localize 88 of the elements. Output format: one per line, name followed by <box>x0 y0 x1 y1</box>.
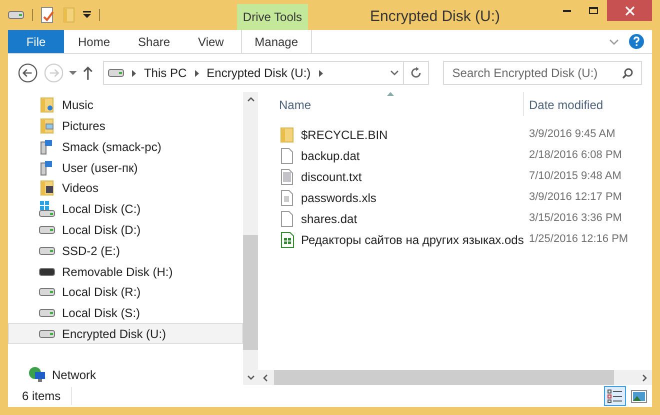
ribbon-tab[interactable]: View <box>184 30 238 53</box>
ribbon-tab[interactable]: Home <box>64 30 124 53</box>
sidebar-item[interactable]: Videos <box>8 178 243 199</box>
vertical-scrollbar[interactable] <box>243 92 258 385</box>
status-text: 6 items <box>8 387 72 405</box>
file-name: backup.dat <box>301 148 360 164</box>
file-row[interactable]: $RECYCLE.BIN 3/9/2016 9:45 AM <box>270 124 652 145</box>
file-name: Редакторы сайтов на других языках.ods <box>301 232 524 248</box>
drive-icon <box>39 224 55 235</box>
chevron-right-icon[interactable] <box>132 70 136 76</box>
text-file-icon <box>281 168 293 184</box>
date-cell-text: 1/25/2016 12:16 PM <box>528 232 628 248</box>
sidebar-item[interactable]: Local Disk (R:) <box>8 282 243 303</box>
file-row[interactable]: discount.txt 7/10/2015 9:48 AM <box>270 166 652 187</box>
sidebar-item[interactable]: Local Disk (S:) <box>8 302 243 324</box>
date-cell-text: 3/9/2016 9:45 AM <box>528 127 616 142</box>
file-row[interactable]: shares.dat 3/15/2016 3:36 PM <box>270 208 652 229</box>
file-row[interactable]: Редакторы сайтов на других языках.ods 1/25/2016 12:16 PM <box>270 229 652 250</box>
ribbon-tab[interactable]: Share <box>124 30 184 53</box>
sidebar-item[interactable]: Encrypted Disk (U:) <box>8 323 243 344</box>
properties-icon[interactable] <box>41 7 55 23</box>
file-row[interactable]: backup.dat 2/18/2016 6:08 PM <box>270 145 652 166</box>
computer-icon <box>40 138 54 155</box>
sidebar-item[interactable]: Local Disk (C:) <box>8 198 243 220</box>
dropdown-icon[interactable] <box>390 70 399 76</box>
date-cell-text: 7/10/2015 9:48 AM <box>528 169 622 184</box>
folder-icon <box>40 97 54 114</box>
expand-ribbon-icon[interactable] <box>609 38 619 44</box>
sidebar-item[interactable]: Local Disk (D:) <box>8 220 243 240</box>
column-header[interactable]: Date modified <box>524 92 652 116</box>
file-name: shares.dat <box>301 210 358 228</box>
customize-dropdown-icon[interactable] <box>83 11 91 19</box>
back-icon[interactable] <box>18 63 38 83</box>
windows-drive-icon <box>39 201 55 218</box>
file-tab[interactable]: File <box>8 30 64 53</box>
spreadsheet-icon <box>280 232 294 248</box>
date-cell-text: 3/9/2016 12:17 PM <box>528 190 622 206</box>
drive-icon <box>108 68 124 78</box>
removable-drive-icon <box>39 266 55 276</box>
file-icon <box>281 148 293 164</box>
drive-icon <box>39 308 55 318</box>
folder-icon <box>40 118 54 134</box>
context-tab-header: Drive Tools <box>237 4 308 30</box>
sidebar-item[interactable]: Removable Disk (H:) <box>8 261 243 282</box>
chevron-right-icon[interactable] <box>318 70 323 76</box>
refresh-button[interactable] <box>404 61 430 85</box>
drive-icon <box>8 10 24 20</box>
file-row[interactable]: passwords.xls 3/9/2016 12:17 PM <box>270 187 652 208</box>
text-file-icon <box>281 190 293 206</box>
chevron-right-icon[interactable] <box>194 70 199 76</box>
search-field[interactable]: Search Encrypted Disk (U:) <box>443 61 642 85</box>
sidebar-item[interactable]: Network <box>8 364 243 385</box>
file-name: discount.txt <box>301 168 362 186</box>
sidebar-item[interactable]: Smack (smack-pc) <box>8 136 243 158</box>
scroll-right-icon[interactable] <box>642 374 647 382</box>
scroll-up-icon[interactable] <box>246 97 254 102</box>
sidebar-item[interactable]: Pictures <box>8 116 243 137</box>
date-cell-text: 3/15/2016 3:36 PM <box>528 211 622 226</box>
folder-icon <box>40 180 54 196</box>
folder-icon <box>280 126 294 142</box>
details-view-button[interactable] <box>604 386 626 406</box>
drive-icon <box>39 328 55 339</box>
breadcrumb[interactable]: This PC <box>144 64 187 82</box>
window-title: Encrypted Disk (U:) <box>370 7 500 27</box>
refresh-icon[interactable] <box>410 67 422 79</box>
scroll-left-icon[interactable] <box>263 374 268 382</box>
recent-dropdown-icon[interactable] <box>69 70 78 76</box>
drive-icon <box>39 287 55 298</box>
date-cell-text: 2/18/2016 6:08 PM <box>528 148 622 164</box>
up-arrow-icon[interactable] <box>83 66 93 80</box>
scroll-down-icon[interactable] <box>246 375 254 380</box>
sidebar-item[interactable]: SSD-2 (E:) <box>8 240 243 262</box>
sidebar-item[interactable]: Music <box>8 95 243 116</box>
breadcrumb[interactable]: Encrypted Disk (U:) <box>206 64 311 82</box>
address-bar[interactable]: This PC Encrypted Disk (U:) <box>102 61 404 85</box>
help-icon[interactable] <box>629 34 644 49</box>
file-name: $RECYCLE.BIN <box>301 126 388 144</box>
close-icon[interactable] <box>624 6 634 16</box>
file-icon <box>281 210 293 226</box>
search-icon[interactable] <box>622 68 634 78</box>
column-header[interactable]: Name <box>270 92 524 116</box>
sidebar-item[interactable]: User (user-пк) <box>8 157 243 178</box>
computer-icon <box>40 160 54 176</box>
drive-icon <box>39 246 55 256</box>
scrollbar-thumb[interactable] <box>243 235 258 350</box>
network-icon <box>28 366 46 384</box>
close-button[interactable] <box>607 0 652 21</box>
file-name: passwords.xls <box>301 190 376 206</box>
